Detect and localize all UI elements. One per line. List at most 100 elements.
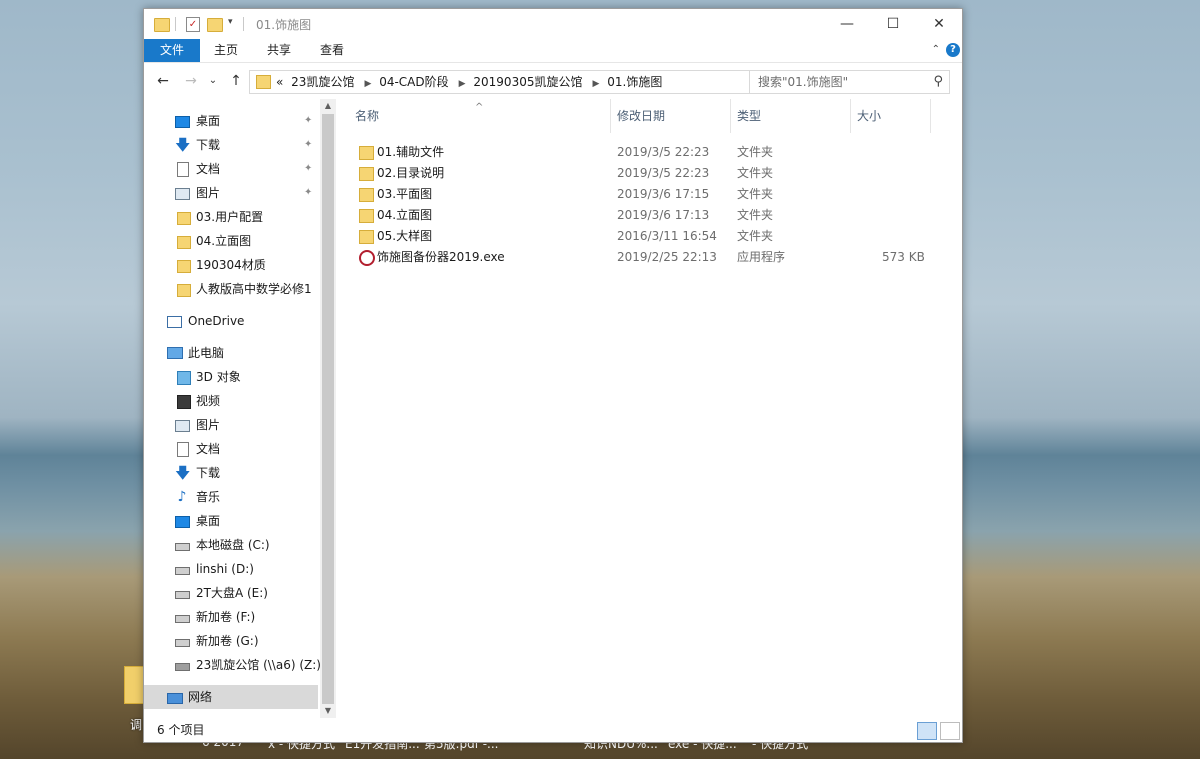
breadcrumb: « 23凯旋公馆 ▶ 04-CAD阶段 ▶ 20190305凯旋公馆 ▶ 01.饰施图 <box>276 71 666 93</box>
sidebar-item-pictures[interactable]: 图片 <box>144 413 318 437</box>
sidebar-item-3d-objects[interactable]: 3D 对象 <box>144 365 318 389</box>
file-row[interactable]: 03.平面图 2019/3/6 17:15 文件夹 <box>337 184 962 205</box>
search-icon[interactable]: ⚲ <box>933 74 943 89</box>
scroll-up-icon[interactable]: ▲ <box>320 99 336 113</box>
file-row[interactable]: 05.大样图 2016/3/11 16:54 文件夹 <box>337 226 962 247</box>
column-header-modified[interactable]: 修改日期 <box>611 99 731 133</box>
pin-icon[interactable]: ✦ <box>304 133 312 157</box>
sidebar-item-label: 2T大盘A (E:) <box>196 586 268 600</box>
file-type: 文件夹 <box>737 187 774 201</box>
file-list[interactable]: 名称 ^ 修改日期 类型 大小 01.辅助文件 2019/3/5 22:23 文… <box>337 99 962 718</box>
music-icon: ♪ <box>177 489 187 505</box>
file-row[interactable]: 01.辅助文件 2019/3/5 22:23 文件夹 <box>337 142 962 163</box>
sidebar-item-pictures[interactable]: 图片 ✦ <box>144 181 318 205</box>
sidebar-item-label: 新加卷 (F:) <box>196 610 256 624</box>
scrollbar-thumb[interactable] <box>322 114 334 704</box>
onedrive-icon <box>167 316 182 328</box>
pin-icon[interactable]: ✦ <box>304 109 312 133</box>
breadcrumb-item[interactable]: 01.饰施图 <box>607 75 662 89</box>
chevron-right-icon[interactable]: ▶ <box>459 79 466 89</box>
chevron-right-icon[interactable]: ▶ <box>364 79 371 89</box>
sidebar-item-network[interactable]: 网络 <box>144 685 318 709</box>
folder-icon <box>359 230 374 244</box>
desktop-icon-label[interactable]: 调 <box>130 716 142 733</box>
file-name: 02.目录说明 <box>377 166 445 180</box>
pin-icon[interactable]: ✦ <box>304 181 312 205</box>
sidebar-item-this-pc[interactable]: 此电脑 <box>144 341 318 365</box>
file-row[interactable]: 02.目录说明 2019/3/5 22:23 文件夹 <box>337 163 962 184</box>
sidebar-item-onedrive[interactable]: OneDrive <box>144 309 318 333</box>
sidebar-item-documents[interactable]: 文档 <box>144 437 318 461</box>
tab-file[interactable]: 文件 <box>144 39 200 62</box>
sidebar-item-folder[interactable]: 人教版高中数学必修1 <box>144 277 318 301</box>
minimize-button[interactable]: — <box>824 9 870 39</box>
sidebar-item-folder[interactable]: 04.立面图 <box>144 229 318 253</box>
sidebar-item-label: 04.立面图 <box>196 234 252 248</box>
sidebar-item-drive-f[interactable]: 新加卷 (F:) <box>144 605 318 629</box>
sidebar-item-drive-e[interactable]: 2T大盘A (E:) <box>144 581 318 605</box>
tab-share[interactable]: 共享 <box>259 39 299 62</box>
picture-icon <box>175 420 190 432</box>
folder-icon <box>154 18 170 32</box>
column-header-name[interactable]: 名称 ^ <box>337 99 611 133</box>
breadcrumb-item[interactable]: 20190305凯旋公馆 <box>473 75 582 89</box>
address-bar[interactable]: « 23凯旋公馆 ▶ 04-CAD阶段 ▶ 20190305凯旋公馆 ▶ 01.饰施图… <box>249 70 845 94</box>
forward-button[interactable]: → <box>182 73 200 89</box>
sidebar-item-drive-z[interactable]: 23凯旋公馆 (\\a6) (Z:) <box>144 653 320 677</box>
folder-icon <box>177 212 191 225</box>
ribbon-tabs: 文件 主页 共享 查看 ⌃ ? <box>144 39 962 63</box>
title-bar[interactable]: ✓ ▾ 01.饰施图 — ☐ ✕ <box>144 9 962 39</box>
folder-icon <box>177 284 191 297</box>
folder-icon <box>359 146 374 160</box>
file-modified: 2019/2/25 22:13 <box>617 250 717 264</box>
sidebar-item-drive-c[interactable]: 本地磁盘 (C:) <box>144 533 318 557</box>
sidebar-item-downloads[interactable]: 🡇 下载 <box>144 461 318 485</box>
close-button[interactable]: ✕ <box>916 9 962 39</box>
file-row[interactable]: 饰施图备份器2019.exe 2019/2/25 22:13 应用程序 573 … <box>337 247 962 268</box>
chevron-right-icon[interactable]: ▶ <box>592 79 599 89</box>
sidebar-item-label: 文档 <box>196 442 221 456</box>
column-label: 名称 <box>355 109 380 123</box>
new-folder-icon[interactable] <box>207 18 223 32</box>
sidebar-item-music[interactable]: ♪ 音乐 <box>144 485 318 509</box>
download-icon: 🡇 <box>175 136 191 154</box>
sidebar-item-desktop[interactable]: 桌面 ✦ <box>144 109 318 133</box>
details-view-icon[interactable] <box>917 722 937 740</box>
sidebar-item-folder[interactable]: 03.用户配置 <box>144 205 318 229</box>
tab-home[interactable]: 主页 <box>206 39 246 62</box>
search-input[interactable]: 搜索"01.饰施图" ⚲ <box>749 70 950 94</box>
breadcrumb-item[interactable]: 04-CAD阶段 <box>379 75 448 89</box>
file-row[interactable]: 04.立面图 2019/3/6 17:13 文件夹 <box>337 205 962 226</box>
computer-icon <box>167 347 183 359</box>
sidebar-item-drive-d[interactable]: linshi (D:) <box>144 557 318 581</box>
customize-toolbar-icon[interactable]: ▾ <box>228 17 233 33</box>
breadcrumb-overflow[interactable]: « <box>276 75 283 89</box>
column-header-size[interactable]: 大小 <box>851 99 931 133</box>
sidebar-item-label: 视频 <box>196 394 221 408</box>
ribbon-collapse-icon[interactable]: ⌃ <box>932 44 940 55</box>
sidebar-item-videos[interactable]: 视频 <box>144 389 318 413</box>
pin-icon[interactable]: ✦ <box>304 157 312 181</box>
file-name: 01.辅助文件 <box>377 145 445 159</box>
maximize-button[interactable]: ☐ <box>870 9 916 39</box>
scroll-down-icon[interactable]: ▼ <box>320 704 336 718</box>
recent-locations-button[interactable]: ⌄ <box>204 75 222 86</box>
up-button[interactable]: ↑ <box>227 73 245 89</box>
navigation-pane[interactable]: 桌面 ✦ 🡇 下载 ✦ 文档 ✦ 图片 ✦ 03.用户配置 04.立面图 190… <box>144 99 320 718</box>
sidebar-item-downloads[interactable]: 🡇 下载 ✦ <box>144 133 318 157</box>
sidebar-item-documents[interactable]: 文档 ✦ <box>144 157 318 181</box>
file-name: 05.大样图 <box>377 229 433 243</box>
sidebar-item-label: 190304材质 <box>196 258 266 272</box>
sidebar-item-drive-g[interactable]: 新加卷 (G:) <box>144 629 318 653</box>
column-header-type[interactable]: 类型 <box>731 99 851 133</box>
sidebar-item-desktop[interactable]: 桌面 <box>144 509 318 533</box>
breadcrumb-item[interactable]: 23凯旋公馆 <box>291 75 354 89</box>
tab-view[interactable]: 查看 <box>312 39 352 62</box>
sidebar-item-folder[interactable]: 190304材质 <box>144 253 318 277</box>
back-button[interactable]: ← <box>154 73 172 89</box>
large-icons-view-icon[interactable] <box>940 722 960 740</box>
properties-icon[interactable]: ✓ <box>186 17 200 32</box>
folder-icon <box>359 188 374 202</box>
drive-icon <box>175 615 190 623</box>
help-icon[interactable]: ? <box>946 43 960 57</box>
